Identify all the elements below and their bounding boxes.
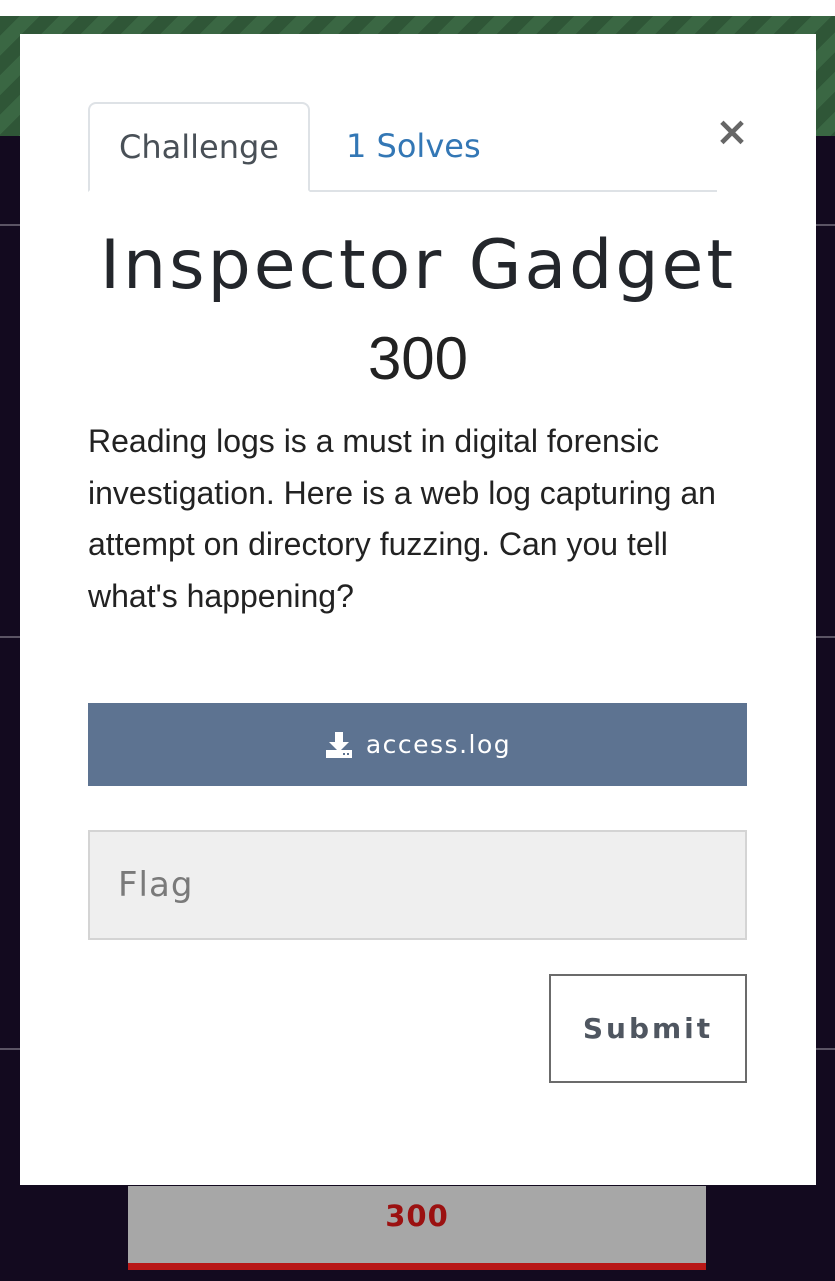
background-divider (0, 1048, 20, 1050)
tab-challenge[interactable]: Challenge (88, 102, 310, 192)
tab-solves[interactable]: 1 Solves (328, 102, 499, 190)
background-divider (815, 636, 835, 638)
background-top-strip (0, 0, 835, 16)
challenge-modal: Challenge 1 Solves × Inspector Gadget 30… (20, 34, 816, 1185)
background-card-points: 300 (385, 1199, 449, 1233)
download-file-label: access.log (365, 730, 512, 759)
background-divider (0, 636, 20, 638)
challenge-description: Reading logs is a must in digital forens… (88, 423, 716, 614)
flag-input[interactable] (88, 830, 747, 940)
background-divider (815, 1048, 835, 1050)
background-divider (815, 224, 835, 226)
modal-tabs: Challenge 1 Solves (88, 102, 717, 192)
download-file-button[interactable]: access.log (88, 703, 747, 786)
submit-button[interactable]: Submit (549, 974, 747, 1083)
challenge-points: 300 (367, 325, 469, 392)
download-icon (325, 731, 352, 758)
background-challenge-card[interactable]: 300 (128, 1186, 706, 1270)
background-divider (0, 224, 20, 226)
close-icon[interactable]: × (710, 110, 754, 154)
challenge-title: Inspector Gadget (100, 226, 736, 305)
